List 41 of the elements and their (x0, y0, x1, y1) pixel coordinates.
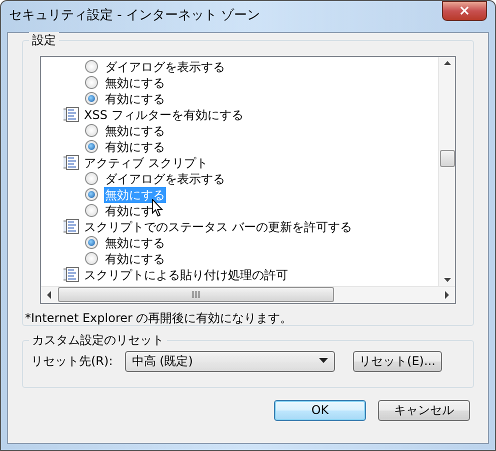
script-icon (63, 107, 80, 122)
radio-button[interactable] (85, 76, 98, 90)
scroll-thumb[interactable] (58, 287, 334, 302)
option-label[interactable]: ダイアログを表示する (104, 58, 226, 75)
script-icon (63, 219, 80, 234)
option-label[interactable]: 無効にする (104, 122, 166, 139)
group-label: 設定 (29, 32, 59, 48)
restart-note: *Internet Explorer の再開後に有効になります。 (24, 310, 294, 326)
option-label[interactable]: 有効にする (104, 138, 166, 155)
radio-button[interactable] (85, 236, 98, 250)
cancel-button[interactable]: キャンセル (378, 400, 470, 421)
setting-heading: スクリプトによる貼り付け処理の許可 (84, 266, 288, 283)
radio-button[interactable] (85, 124, 98, 138)
radio-button[interactable] (85, 188, 98, 202)
setting-heading: XSS フィルターを有効にする (84, 106, 244, 123)
radio-button[interactable] (85, 172, 98, 186)
reset-level-label: リセット先(R): (31, 353, 113, 370)
radio-button[interactable] (85, 92, 98, 106)
reset-button[interactable]: リセット(E)... (352, 350, 442, 372)
option-label[interactable]: 有効にする (104, 90, 166, 107)
option-label[interactable]: ダイアログを表示する (104, 170, 226, 187)
script-icon (63, 267, 80, 282)
radio-button[interactable] (85, 204, 98, 218)
window-title: セキュリティ設定 - インターネット ゾーン (8, 7, 260, 24)
group-label: カスタム設定のリセット (29, 332, 167, 348)
option-label[interactable]: 無効にする (104, 234, 166, 251)
grip-icon (192, 291, 200, 298)
setting-heading: スクリプトでのステータス バーの更新を許可する (84, 218, 352, 235)
close-button[interactable]: × (442, 1, 487, 21)
radio-button[interactable] (85, 252, 98, 266)
script-icon (63, 155, 80, 170)
radio-button[interactable] (85, 60, 98, 74)
scroll-thumb[interactable] (440, 150, 454, 167)
setting-heading: アクティブ スクリプト (84, 154, 208, 171)
dropdown-arrow-icon (318, 358, 328, 364)
radio-button[interactable] (85, 140, 98, 154)
option-label[interactable]: 無効にする (104, 74, 166, 91)
reset-level-dropdown[interactable]: 中高 (既定) (124, 350, 335, 372)
option-label[interactable]: 有効にす (104, 202, 154, 219)
ok-button[interactable]: OK (274, 400, 366, 421)
option-label[interactable]: 有効にする (104, 250, 166, 267)
